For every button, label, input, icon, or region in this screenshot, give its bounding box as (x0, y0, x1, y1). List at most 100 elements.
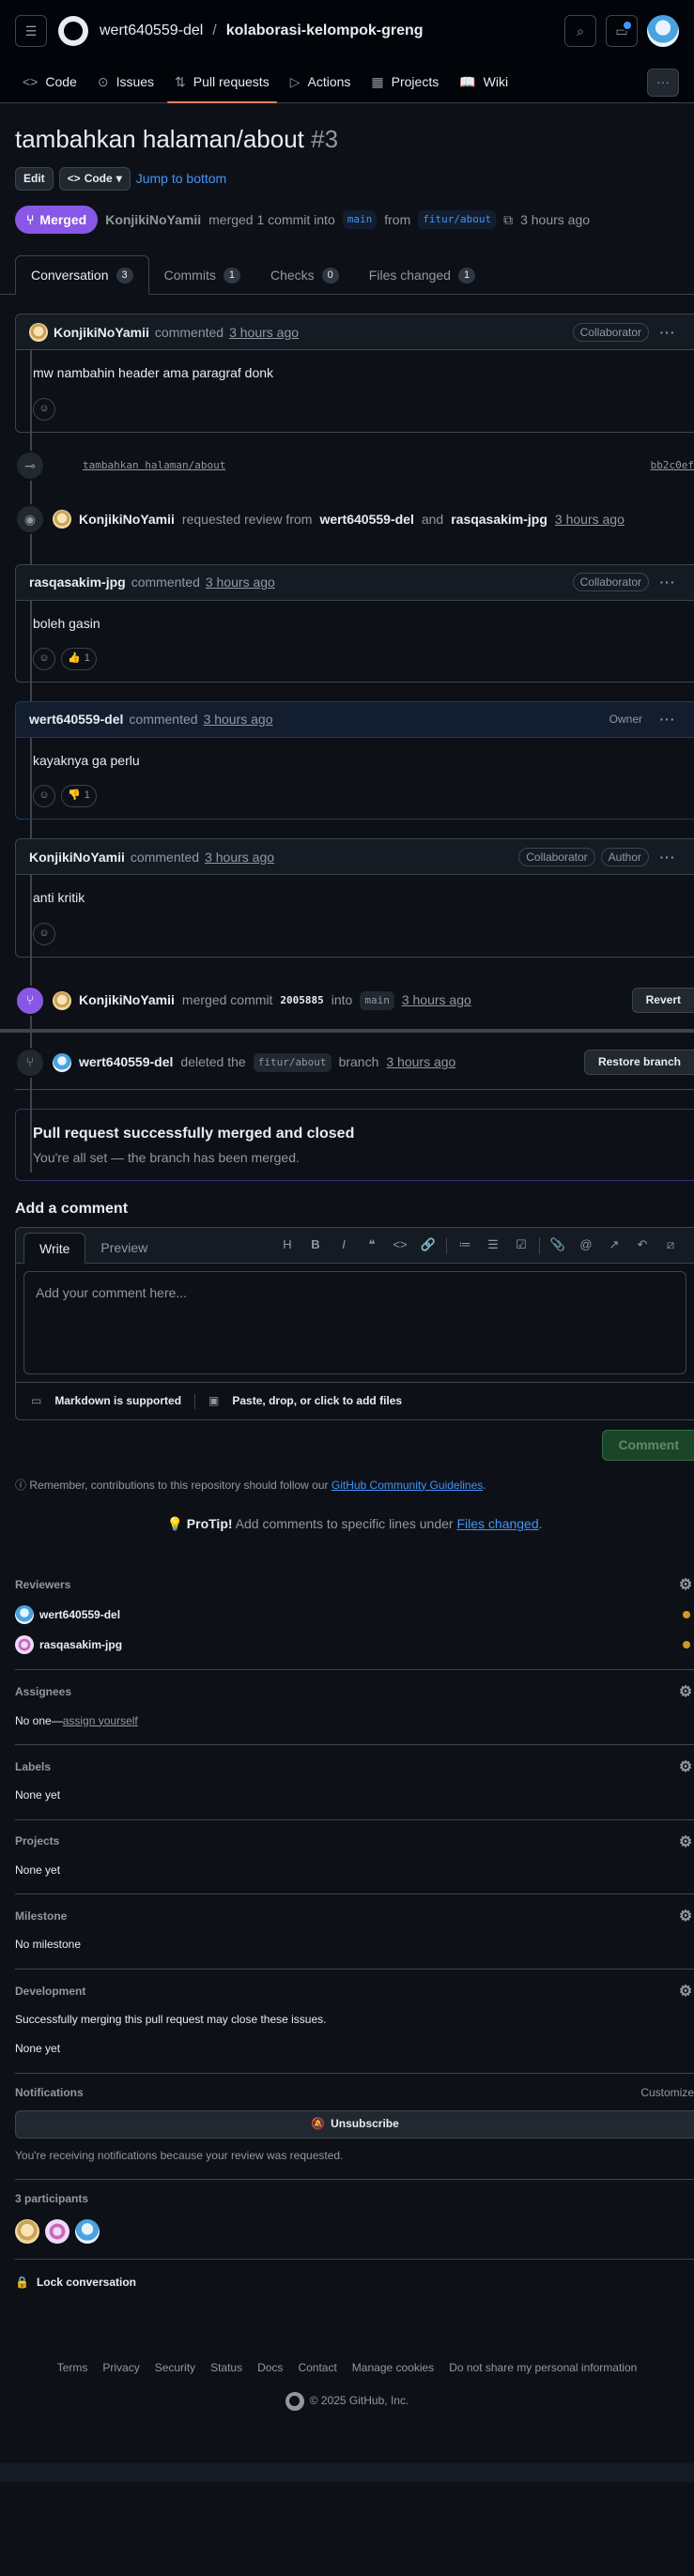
code-icon[interactable]: <> (386, 1236, 414, 1254)
tab-commits[interactable]: Commits 1 (149, 256, 255, 294)
attach-files-button[interactable]: Paste, drop, or click to add files (232, 1393, 402, 1409)
github-logo-icon[interactable] (58, 16, 88, 46)
gear-icon[interactable]: ⚙ (677, 1756, 694, 1778)
reviewer-link[interactable]: wert640559-del (319, 510, 413, 529)
reviewer-item[interactable]: wert640559-del (15, 1605, 694, 1625)
reviewer-name[interactable]: rasqasakim-jpg (39, 1637, 122, 1653)
kebab-menu-icon[interactable]: ··· (655, 573, 681, 591)
footer-link[interactable]: Do not share my personal information (449, 2360, 637, 2376)
footer-link[interactable]: Security (155, 2360, 195, 2376)
guidelines-link[interactable]: GitHub Community Guidelines (332, 1479, 483, 1492)
gear-icon[interactable]: ⚙ (677, 1574, 694, 1596)
tab-projects[interactable]: ▦ Projects (363, 62, 446, 102)
reviewer-link[interactable]: rasqasakim-jpg (451, 510, 547, 529)
jump-to-bottom-link[interactable]: Jump to bottom (136, 169, 227, 188)
kebab-menu-icon[interactable]: ··· (655, 710, 681, 728)
unordered-list-icon[interactable]: ☰ (479, 1236, 507, 1254)
footer-link[interactable]: Privacy (102, 2360, 139, 2376)
bold-icon[interactable]: B (301, 1236, 330, 1254)
write-tab[interactable]: Write (23, 1233, 86, 1265)
code-dropdown-button[interactable]: <> Code ▾ (58, 166, 131, 192)
reaction-button[interactable]: 👍 1 (61, 647, 97, 670)
gear-icon[interactable]: ⚙ (677, 1832, 694, 1853)
event-actor[interactable]: KonjikiNoYamii (79, 990, 175, 1009)
link-icon[interactable]: 🔗 (414, 1236, 442, 1254)
merge-commit-sha[interactable]: 2005885 (280, 993, 323, 1008)
attach-icon[interactable]: 📎 (544, 1236, 572, 1254)
add-reaction-icon[interactable]: ☺ (33, 785, 55, 808)
lock-conversation-button[interactable]: 🔒 Lock conversation (15, 2260, 694, 2291)
tab-issues[interactable]: ⊙ Issues (90, 62, 162, 102)
add-reaction-icon[interactable]: ☺ (33, 397, 55, 421)
add-reaction-icon[interactable]: ☺ (33, 647, 55, 670)
repo-link[interactable]: kolaborasi-kelompok-greng (226, 20, 424, 41)
event-time[interactable]: 3 hours ago (386, 1052, 455, 1071)
avatar[interactable] (75, 2218, 100, 2244)
tab-files-changed[interactable]: Files changed 1 (354, 256, 490, 294)
italic-icon[interactable]: I (330, 1236, 358, 1254)
comment-submit-button[interactable]: Comment (602, 1430, 694, 1461)
footer-link[interactable]: Docs (257, 2360, 283, 2376)
gear-icon[interactable]: ⚙ (677, 1906, 694, 1927)
avatar[interactable] (53, 990, 71, 1010)
comment-author[interactable]: rasqasakim-jpg (29, 573, 126, 591)
footer-link[interactable]: Terms (57, 2360, 88, 2376)
files-changed-link[interactable]: Files changed (456, 1516, 538, 1531)
quote-icon[interactable]: ❝ (358, 1236, 386, 1254)
github-logo-icon[interactable] (285, 2391, 304, 2411)
commit-sha[interactable]: bb2c0ef (651, 458, 694, 473)
footer-link[interactable]: Contact (298, 2360, 336, 2376)
tab-pull-requests[interactable]: ⇅ Pull requests (167, 62, 277, 103)
reaction-button[interactable]: 👎 1 (61, 785, 97, 808)
event-actor[interactable]: wert640559-del (79, 1052, 173, 1071)
task-list-icon[interactable]: ☑ (507, 1236, 535, 1254)
copy-icon[interactable]: ⧉ (503, 210, 513, 229)
unsubscribe-button[interactable]: 🔕 Unsubscribe (15, 2110, 694, 2139)
user-avatar[interactable] (647, 15, 679, 47)
comment-textarea[interactable]: Add your comment here... (23, 1271, 686, 1375)
kebab-menu-icon[interactable]: ··· (655, 848, 681, 866)
reviewer-name[interactable]: wert640559-del (39, 1607, 120, 1623)
footer-link[interactable]: Status (210, 2360, 242, 2376)
markdown-supported-link[interactable]: Markdown is supported (54, 1393, 181, 1409)
tab-actions[interactable]: ▷ Actions (283, 62, 359, 102)
pr-author[interactable]: KonjikiNoYamii (105, 210, 201, 229)
slash-command-icon[interactable]: ⧄ (656, 1236, 685, 1254)
edit-button[interactable]: Edit (15, 166, 54, 192)
comment-author[interactable]: wert640559-del (29, 710, 123, 728)
comment-author[interactable]: KonjikiNoYamii (54, 323, 149, 342)
kebab-menu-icon[interactable]: ··· (655, 323, 681, 342)
gear-icon[interactable]: ⚙ (677, 1981, 694, 2002)
menu-icon[interactable]: ☰ (15, 15, 47, 47)
reply-icon[interactable]: ↶ (628, 1236, 656, 1254)
owner-link[interactable]: wert640559-del (100, 20, 203, 41)
tab-conversation[interactable]: Conversation 3 (15, 255, 149, 296)
preview-tab[interactable]: Preview (85, 1233, 162, 1263)
avatar[interactable] (45, 2218, 69, 2244)
event-time[interactable]: 3 hours ago (402, 990, 471, 1009)
gear-icon[interactable]: ⚙ (677, 1681, 694, 1703)
comment-time[interactable]: 3 hours ago (206, 573, 275, 591)
revert-button[interactable]: Revert (631, 987, 694, 1014)
tab-checks[interactable]: Checks 0 (255, 256, 354, 294)
event-actor[interactable]: KonjikiNoYamii (79, 510, 175, 529)
base-branch[interactable]: main (342, 210, 378, 230)
restore-branch-button[interactable]: Restore branch (583, 1049, 694, 1076)
event-time[interactable]: 3 hours ago (555, 510, 625, 529)
comment-time[interactable]: 3 hours ago (205, 848, 274, 866)
commit-message[interactable]: tambahkan halaman/about (83, 458, 225, 473)
more-icon[interactable]: ··· (647, 68, 679, 97)
reviewer-item[interactable]: rasqasakim-jpg (15, 1635, 694, 1655)
ordered-list-icon[interactable]: ≔ (451, 1236, 479, 1254)
comment-time[interactable]: 3 hours ago (204, 710, 273, 728)
heading-icon[interactable]: H (273, 1236, 301, 1254)
base-branch[interactable]: main (360, 990, 394, 1010)
avatar[interactable] (53, 509, 71, 529)
head-branch[interactable]: fitur/about (418, 210, 497, 230)
customize-link[interactable]: Customize (640, 2085, 694, 2101)
add-reaction-icon[interactable]: ☺ (33, 922, 55, 945)
reference-icon[interactable]: ↗ (600, 1236, 628, 1254)
avatar[interactable] (53, 1052, 71, 1072)
footer-link[interactable]: Manage cookies (352, 2360, 434, 2376)
avatar[interactable] (15, 2218, 39, 2244)
